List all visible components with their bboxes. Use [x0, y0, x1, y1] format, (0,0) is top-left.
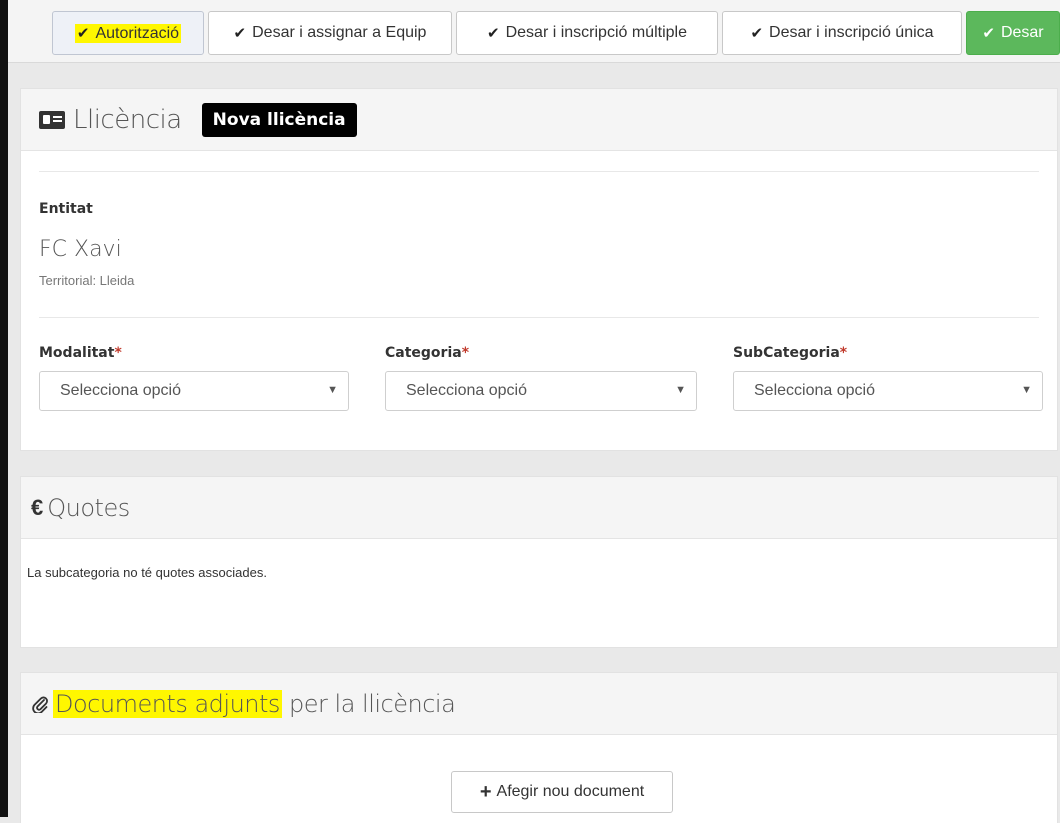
documents-panel: Documents adjunts per la llicència + Afe… [20, 672, 1058, 823]
window-frame [0, 0, 8, 817]
euro-icon: € [31, 494, 44, 520]
check-icon: ✔ [233, 25, 247, 42]
new-licence-badge: Nova llicència [201, 102, 357, 137]
documents-title: Documents adjunts per la llicència [53, 689, 456, 718]
plus-icon: + [479, 781, 492, 803]
save-assign-team-button[interactable]: ✔ Desar i assignar a Equip [208, 11, 452, 55]
add-document-button[interactable]: + Afegir nou document [451, 771, 673, 813]
save-button[interactable]: ✔ Desar [966, 11, 1060, 55]
subcategory-label: SubCategoria* [733, 345, 848, 361]
save-multiple-registration-button[interactable]: ✔ Desar i inscripció múltiple [456, 11, 718, 55]
entity-label: Entitat [39, 201, 93, 217]
check-icon: ✔ [750, 25, 764, 42]
subcategory-select[interactable]: Selecciona opció ▼ [733, 371, 1043, 411]
territorial-text: Territorial: Lleida [39, 273, 135, 288]
entity-name: FC Xavi [39, 237, 122, 262]
divider [39, 317, 1039, 318]
documents-panel-header: Documents adjunts per la llicència [21, 673, 1057, 735]
category-select[interactable]: Selecciona opció ▼ [385, 371, 697, 411]
modality-select[interactable]: Selecciona opció ▼ [39, 371, 349, 411]
check-icon: ✔ [982, 25, 995, 42]
action-toolbar: ✔ Autorització ✔ Desar i assignar a Equip … [8, 0, 1060, 63]
licence-panel-header: Llicència Nova llicència [21, 89, 1057, 151]
id-card-icon [39, 110, 65, 129]
authorization-button[interactable]: ✔ Autorització [52, 11, 204, 55]
quotes-panel: € Quotes La subcategoria no té quotes as… [20, 476, 1058, 648]
quotes-message: La subcategoria no té quotes associades. [27, 565, 267, 580]
modality-label: Modalitat* [39, 345, 122, 361]
category-label: Categoria* [385, 345, 470, 361]
caret-down-icon: ▼ [675, 384, 686, 396]
check-icon: ✔ [487, 25, 500, 42]
licence-panel: Llicència Nova llicència Entitat FC Xavi… [20, 88, 1058, 451]
check-icon: ✔ [76, 24, 90, 42]
quotes-title: Quotes [47, 493, 130, 522]
quotes-panel-header: € Quotes [21, 477, 1057, 539]
caret-down-icon: ▼ [327, 384, 338, 396]
paperclip-icon [31, 695, 49, 713]
divider [39, 171, 1039, 172]
caret-down-icon: ▼ [1021, 384, 1032, 396]
save-single-registration-button[interactable]: ✔ Desar i inscripció única [722, 11, 962, 55]
licence-title: Llicència [73, 104, 182, 135]
